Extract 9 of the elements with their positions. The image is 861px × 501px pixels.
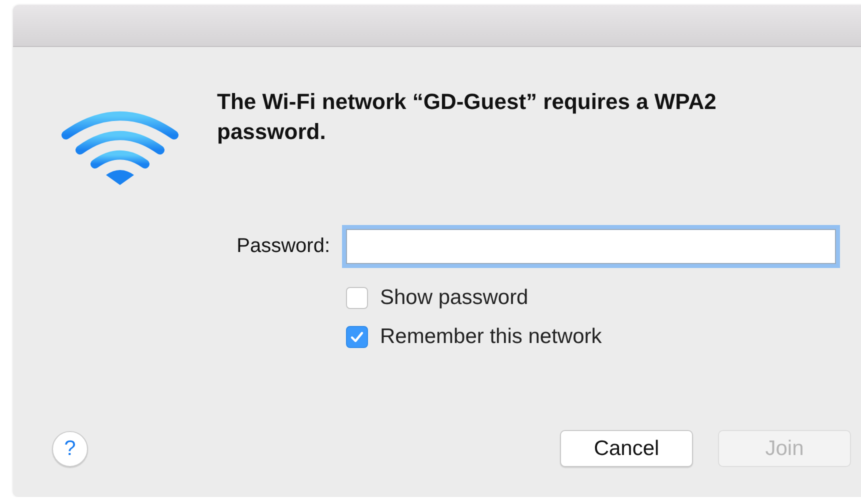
message-text: The Wi-Fi network “GD-Guest” requires a WPA2 password.	[217, 88, 718, 146]
cancel-button[interactable]: Cancel	[560, 430, 693, 467]
checkbox[interactable]	[346, 326, 368, 348]
checkbox-label: Remember this network	[380, 325, 602, 349]
checkbox[interactable]	[346, 287, 368, 309]
checkbox-label: Show password	[380, 286, 528, 310]
help-button[interactable]: ?	[52, 430, 88, 466]
password-field[interactable]	[346, 229, 836, 264]
password-label: Password:	[236, 235, 330, 258]
